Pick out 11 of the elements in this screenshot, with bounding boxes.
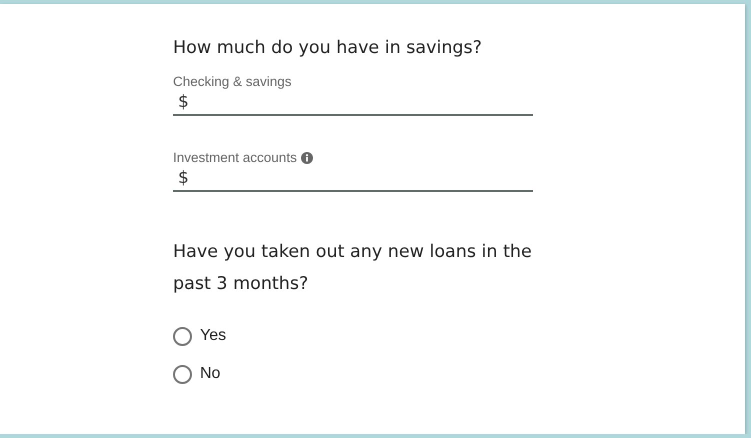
radio-button[interactable] (173, 364, 192, 384)
info-icon[interactable] (300, 152, 313, 164)
option-label: Yes (200, 327, 226, 345)
section-heading: How much do you have in savings? (173, 37, 483, 60)
amount-field[interactable]: $ (173, 90, 533, 116)
option-label: No (200, 365, 220, 383)
radio-button[interactable] (173, 326, 192, 346)
field-label: Investment accounts (173, 150, 297, 166)
amount-field[interactable]: $ (173, 166, 533, 192)
field-label: Checking & savings (173, 74, 292, 90)
section-heading: Have you taken out any new loans in the past 3 months? (173, 241, 533, 296)
